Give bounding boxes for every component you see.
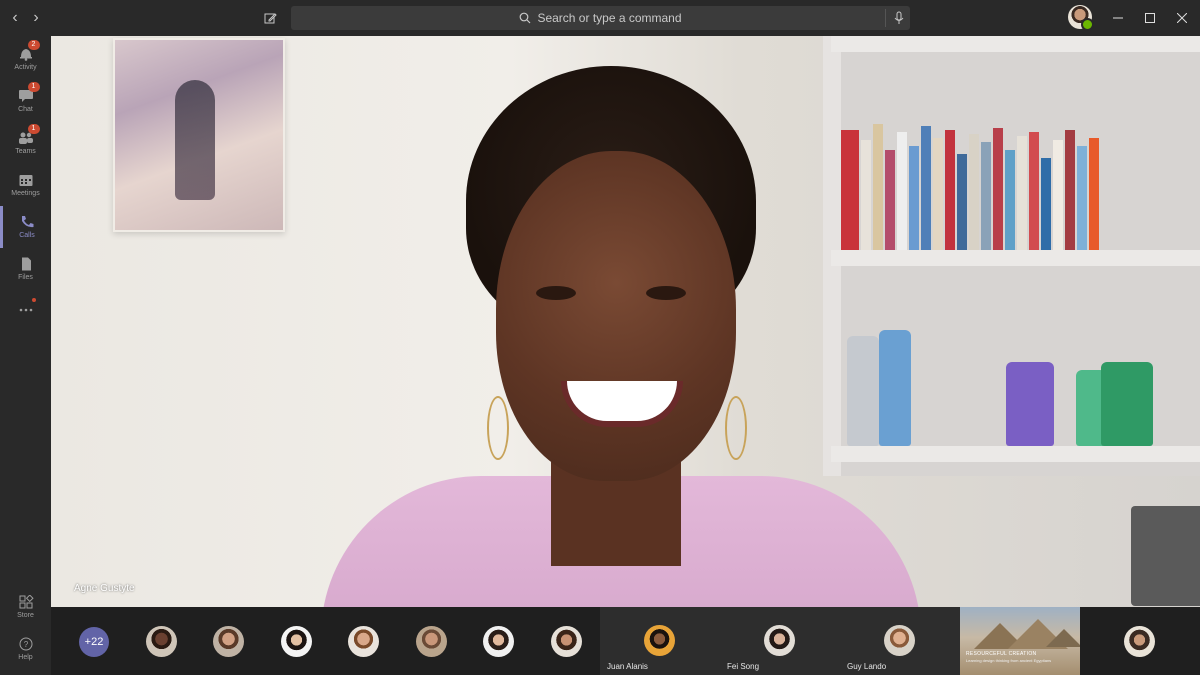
rail-label-help: Help — [18, 654, 33, 661]
maximize-icon[interactable] — [1142, 10, 1158, 26]
participant-name: Fei Song — [727, 662, 760, 671]
back-arrow-icon[interactable]: ‹ — [5, 8, 25, 28]
phone-icon — [19, 215, 35, 229]
participant-avatar — [764, 625, 795, 656]
rail-label-calls: Calls — [19, 232, 35, 239]
participant-name: Juan Alanis — [607, 662, 648, 671]
rail-label-meetings: Meetings — [11, 190, 40, 197]
file-icon — [18, 257, 34, 271]
participant-avatar[interactable] — [213, 626, 244, 657]
calendar-icon — [18, 173, 34, 187]
search-icon — [520, 12, 531, 24]
search-input[interactable]: Search or type a command — [291, 6, 910, 30]
rail-item-more[interactable] — [0, 288, 51, 330]
more-notification-dot — [31, 298, 36, 302]
participant-avatar — [884, 625, 915, 656]
active-speaker-name: Agne Gustyte — [74, 583, 135, 594]
shared-content-title: RESOURCEFUL CREATION — [966, 651, 1037, 657]
rail-label-chat: Chat — [18, 106, 33, 113]
participant-tile[interactable]: Fei Song — [720, 607, 840, 675]
compose-icon[interactable] — [260, 8, 280, 28]
participant-avatar[interactable] — [551, 626, 582, 657]
svg-text:?: ? — [23, 640, 28, 649]
participant-tile[interactable]: Guy Lando — [840, 607, 960, 675]
profile-avatar[interactable] — [1068, 5, 1094, 31]
teams-icon: 1 — [18, 124, 40, 145]
help-icon: ? — [18, 637, 34, 651]
wall-poster — [113, 38, 285, 232]
participant-name: Guy Lando — [847, 662, 887, 671]
rail-item-meetings[interactable]: Meetings — [0, 164, 51, 206]
chat-icon: 1 — [18, 82, 40, 103]
shared-content-thumbnail[interactable]: RESOURCEFUL CREATION Learning design thi… — [960, 607, 1080, 675]
rail-item-store[interactable]: Store — [0, 586, 51, 628]
rail-item-help[interactable]: ? Help — [0, 628, 51, 670]
rail-item-activity[interactable]: 2 Activity — [0, 38, 51, 80]
search-placeholder: Search or type a command — [537, 11, 682, 25]
participant-avatar[interactable] — [146, 626, 177, 657]
presence-available-icon — [1081, 18, 1094, 31]
participant-avatar[interactable] — [348, 626, 379, 657]
participant-avatar[interactable] — [281, 626, 312, 657]
title-bar: ‹ › Search or type a command — [0, 0, 1200, 36]
active-speaker-video — [51, 36, 1200, 607]
more-options-icon — [18, 298, 36, 316]
participant-video-feed — [301, 56, 921, 607]
rail-item-chat[interactable]: 1 Chat — [0, 80, 51, 122]
rail-label-activity: Activity — [14, 64, 37, 71]
books — [841, 120, 1200, 250]
rail-item-teams[interactable]: 1 Teams — [0, 122, 51, 164]
store-icon — [18, 594, 34, 609]
more-participants-button[interactable]: +22 — [79, 627, 109, 657]
chat-badge: 1 — [27, 82, 40, 92]
participant-avatar[interactable] — [416, 626, 447, 657]
minimize-icon[interactable] — [1110, 10, 1126, 26]
rail-item-calls[interactable]: Calls — [0, 206, 51, 248]
shared-content-subtitle: Learning design thinking from ancient Eg… — [966, 658, 1052, 663]
bell-icon: 2 — [18, 40, 40, 61]
participant-avatar[interactable] — [483, 626, 514, 657]
app-rail: 2 Activity 1 Chat 1 Teams Meetings Calls… — [0, 36, 51, 675]
close-icon[interactable] — [1174, 10, 1190, 26]
forward-arrow-icon[interactable]: › — [26, 8, 46, 28]
rail-item-files[interactable]: Files — [0, 248, 51, 290]
microphone-icon[interactable] — [885, 9, 904, 27]
rail-label-store: Store — [17, 612, 34, 619]
teams-badge: 1 — [27, 124, 40, 134]
activity-badge: 2 — [27, 40, 40, 50]
self-video-avatar[interactable] — [1124, 626, 1155, 657]
participant-tile[interactable]: Juan Alanis — [600, 607, 720, 675]
participant-avatar — [644, 625, 675, 656]
rail-label-teams: Teams — [15, 148, 36, 155]
rail-label-files: Files — [18, 274, 33, 281]
